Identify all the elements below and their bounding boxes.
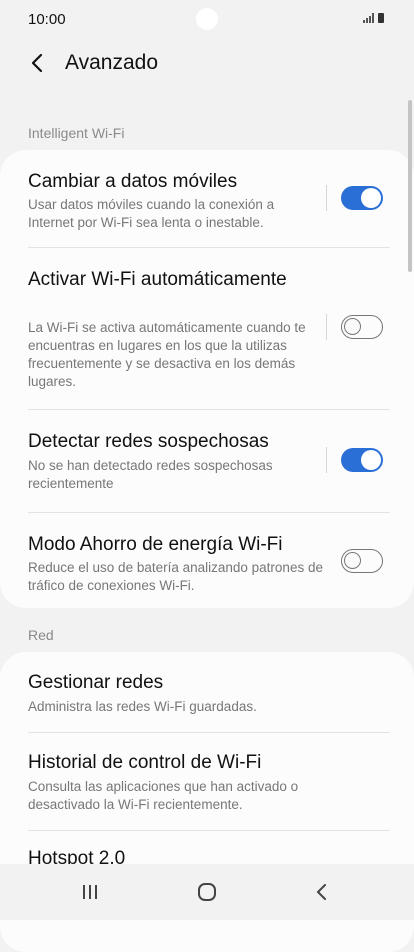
toggle-knob (361, 188, 381, 208)
toggle-knob (344, 318, 361, 335)
page-title: Avanzado (65, 51, 159, 74)
setting-title: Activar Wi-Fi automáticamente (28, 269, 287, 290)
chevron-left-icon (31, 53, 43, 73)
status-bar: 10:00 (0, 0, 414, 38)
toggle-detect-suspicious-networks[interactable] (341, 448, 383, 472)
setting-title: Modo Ahorro de energía Wi-Fi (28, 534, 283, 555)
setting-title: Historial de control de Wi-Fi (28, 752, 262, 773)
home-icon (198, 883, 216, 901)
recent-apps-button[interactable] (70, 878, 110, 906)
setting-row-detect-suspicious-networks[interactable]: Detectar redes sospechosas No se han det… (0, 410, 414, 512)
setting-description: No se han detectado redes sospechosas re… (28, 458, 273, 491)
back-nav-icon (317, 884, 326, 900)
header: Avanzado (0, 40, 414, 86)
section-label-intelligent-wifi: Intelligent Wi-Fi (28, 125, 125, 141)
home-button[interactable] (187, 878, 227, 906)
setting-title: Cambiar a datos móviles (28, 171, 238, 192)
setting-description: Reduce el uso de batería analizando patr… (28, 560, 323, 593)
setting-row-wifi-control-history[interactable]: Historial de control de Wi-Fi Consulta l… (0, 733, 414, 830)
status-icons (363, 13, 384, 23)
toggle-knob (361, 450, 381, 470)
back-nav-button[interactable] (302, 878, 342, 906)
front-camera (196, 8, 218, 30)
battery-icon (378, 13, 384, 23)
setting-description: Administra las redes Wi-Fi guardadas. (28, 699, 257, 714)
setting-title: Detectar redes sospechosas (28, 431, 269, 452)
setting-title: Gestionar redes (28, 672, 164, 693)
scrollbar[interactable] (408, 100, 412, 272)
intelligent-wifi-card: Cambiar a datos móviles Usar datos móvil… (0, 150, 414, 608)
setting-row-manage-networks[interactable]: Gestionar redes Administra las redes Wi-… (0, 652, 414, 732)
vertical-separator (326, 447, 327, 473)
status-time: 10:00 (28, 11, 66, 28)
recent-apps-icon (83, 885, 97, 899)
back-button[interactable] (22, 48, 52, 78)
toggle-auto-wifi[interactable] (341, 315, 383, 339)
toggle-wifi-power-saving[interactable] (341, 549, 383, 573)
setting-description: Usar datos móviles cuando la conexión a … (28, 197, 275, 230)
setting-row-auto-wifi[interactable]: Activar Wi-Fi automáticamente La Wi-Fi s… (0, 248, 414, 409)
toggle-switch-to-mobile-data[interactable] (341, 186, 383, 210)
setting-description: La Wi-Fi se activa automáticamente cuand… (28, 320, 306, 389)
signal-icon (363, 13, 374, 23)
setting-description: Consulta las aplicaciones que han activa… (28, 779, 299, 812)
toggle-knob (344, 552, 361, 569)
setting-row-wifi-power-saving[interactable]: Modo Ahorro de energía Wi-Fi Reduce el u… (0, 513, 414, 608)
setting-row-switch-to-mobile-data[interactable]: Cambiar a datos móviles Usar datos móvil… (0, 150, 414, 247)
navigation-bar (0, 864, 414, 920)
section-label-red: Red (28, 627, 54, 643)
vertical-separator (326, 314, 327, 340)
vertical-separator (326, 185, 327, 211)
